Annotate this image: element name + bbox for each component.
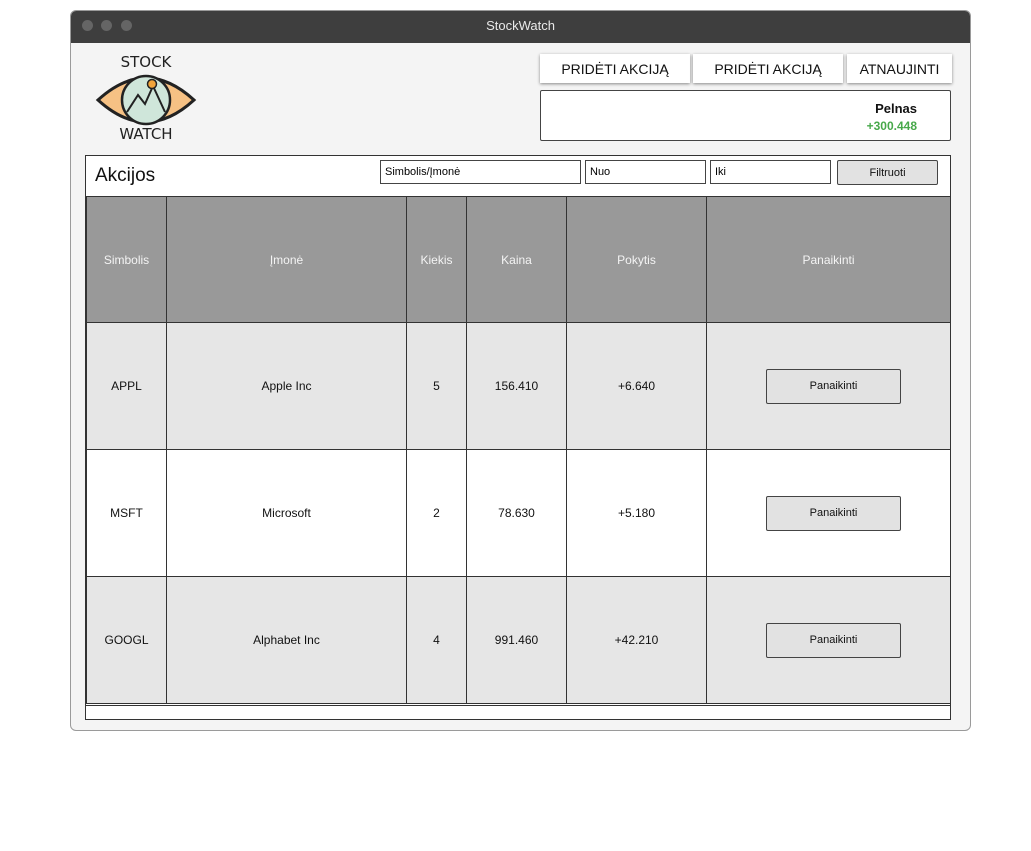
- cell-quantity: 2: [406, 449, 467, 577]
- symbol-company-filter-input[interactable]: [380, 160, 581, 184]
- column-header-quantity[interactable]: Kiekis: [406, 196, 467, 323]
- cell-price: 991.460: [466, 576, 567, 704]
- table-row: MSFT Microsoft 2 78.630 +5.180 Panaikint…: [86, 449, 951, 577]
- from-filter-input[interactable]: [585, 160, 706, 184]
- window-title: StockWatch: [486, 18, 555, 33]
- stockwatch-logo: STOCK WATCH: [95, 53, 197, 141]
- column-header-symbol[interactable]: Simbolis: [86, 196, 167, 323]
- add-stock-button-2[interactable]: PRIDĖTI AKCIJĄ: [693, 54, 843, 83]
- cell-symbol: GOOGL: [86, 576, 167, 704]
- stocks-panel: Akcijos Filtruoti Simbolis Įmonė Kiekis …: [85, 155, 951, 720]
- cell-company: Alphabet Inc: [166, 576, 407, 704]
- column-header-delete: Panaikinti: [706, 196, 951, 323]
- cell-price: 156.410: [466, 322, 567, 450]
- profit-label: Pelnas: [875, 101, 917, 116]
- column-header-change[interactable]: Pokytis: [566, 196, 707, 323]
- cell-company: Apple Inc: [166, 322, 407, 450]
- delete-button[interactable]: Panaikinti: [766, 368, 901, 404]
- table-header-row: Simbolis Įmonė Kiekis Kaina Pokytis Pana…: [86, 196, 951, 323]
- table-row: GOOGL Alphabet Inc 4 991.460 +42.210 Pan…: [86, 576, 951, 704]
- table-footer: [86, 705, 950, 719]
- cell-symbol: MSFT: [86, 449, 167, 577]
- profit-box: Pelnas +300.448: [540, 90, 951, 141]
- column-header-price[interactable]: Kaina: [466, 196, 567, 323]
- cell-delete: Panaikinti: [706, 449, 951, 577]
- delete-button[interactable]: Panaikinti: [766, 622, 901, 658]
- app-window: StockWatch STOCK WATCH PRIDĖTI AKCIJĄ PR…: [70, 10, 971, 731]
- cell-change: +5.180: [566, 449, 707, 577]
- cell-change: +42.210: [566, 576, 707, 704]
- cell-company: Microsoft: [166, 449, 407, 577]
- column-header-company[interactable]: Įmonė: [166, 196, 407, 323]
- cell-price: 78.630: [466, 449, 567, 577]
- delete-button[interactable]: Panaikinti: [766, 495, 901, 531]
- logo-text-bottom: WATCH: [119, 125, 172, 141]
- cell-change: +6.640: [566, 322, 707, 450]
- cell-delete: Panaikinti: [706, 576, 951, 704]
- cell-symbol: APPL: [86, 322, 167, 450]
- cell-delete: Panaikinti: [706, 322, 951, 450]
- cell-quantity: 5: [406, 322, 467, 450]
- filter-button[interactable]: Filtruoti: [837, 160, 938, 185]
- add-stock-button[interactable]: PRIDĖTI AKCIJĄ: [540, 54, 690, 83]
- table-row: APPL Apple Inc 5 156.410 +6.640 Panaikin…: [86, 322, 951, 450]
- to-filter-input[interactable]: [710, 160, 831, 184]
- title-bar: StockWatch: [71, 11, 970, 43]
- stocks-table: Simbolis Įmonė Kiekis Kaina Pokytis Pana…: [86, 196, 951, 704]
- profit-value: +300.448: [866, 119, 917, 133]
- stocks-title: Akcijos: [95, 165, 156, 186]
- refresh-button[interactable]: ATNAUJINTI: [847, 54, 952, 83]
- cell-quantity: 4: [406, 576, 467, 704]
- logo-text-top: STOCK: [121, 53, 173, 71]
